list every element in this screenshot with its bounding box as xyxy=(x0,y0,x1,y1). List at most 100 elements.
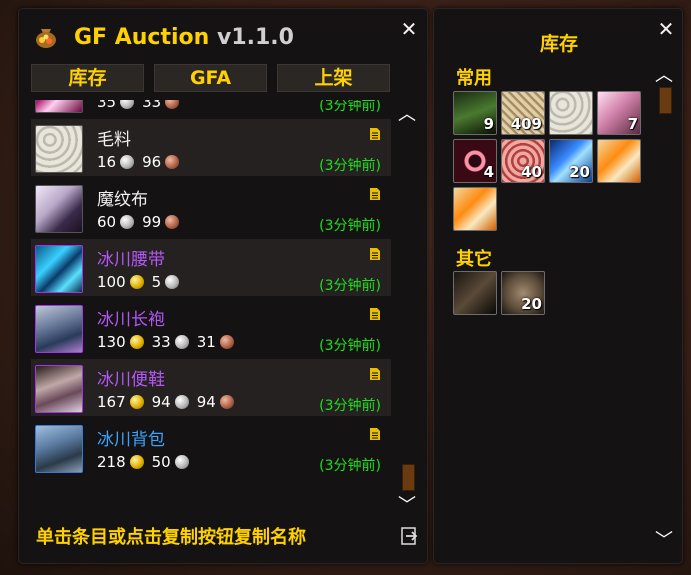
item-price: 60 99 xyxy=(97,213,183,231)
silver-coin-icon xyxy=(120,215,135,229)
glacial-slippers-icon xyxy=(35,365,83,413)
price-silver-amount: 5 xyxy=(151,273,162,291)
gold-coin-icon xyxy=(129,275,144,289)
copper-coin-icon xyxy=(165,155,180,169)
price-silver-amount: 33 xyxy=(151,333,171,351)
price-silver-amount: 60 xyxy=(97,213,117,231)
auction-row[interactable]: 冰川背包 218 50 (3分钟前) xyxy=(31,419,391,476)
scroll-thumb[interactable] xyxy=(659,87,672,114)
copy-name-icon[interactable] xyxy=(369,427,381,441)
tab-gfa[interactable]: GFA xyxy=(154,64,267,92)
item-price: 167 94 94 xyxy=(97,393,238,411)
item-price: 35 33 xyxy=(97,100,183,111)
item-updated-time: (3分钟前) xyxy=(319,398,381,414)
auction-row[interactable]: 冰川便鞋 167 94 94 (3分钟前) xyxy=(31,359,391,416)
pink-thread-slot[interactable]: 4 xyxy=(453,139,497,183)
price-gold-amount: 130 xyxy=(97,333,126,351)
mageweave-cloth-icon xyxy=(35,185,83,233)
tab-inventory[interactable]: 库存 xyxy=(31,64,144,92)
section-label-other: 其它 xyxy=(456,249,492,270)
item-name: 冰川腰带 xyxy=(97,250,165,270)
orange-rune-slot[interactable] xyxy=(597,139,641,183)
footer-hint: 单击条目或点击复制按钮复制名称 xyxy=(36,527,306,548)
scroll-down-icon[interactable]: ﹀ xyxy=(397,497,417,515)
price-silver-amount: 50 xyxy=(151,453,171,471)
spellweave-cloth-icon xyxy=(35,100,83,113)
silver-coin-icon xyxy=(174,455,189,469)
item-price: 16 96 xyxy=(97,153,183,171)
scroll-thumb[interactable] xyxy=(402,464,415,491)
gold-coin-icon xyxy=(129,395,144,409)
copper-coin-icon xyxy=(165,100,180,109)
auction-row[interactable]: 冰川腰带 100 5 (3分钟前) xyxy=(31,239,391,296)
copper-coin-icon xyxy=(219,395,234,409)
copy-icon[interactable] xyxy=(400,526,420,546)
price-gold-amount: 100 xyxy=(97,273,126,291)
item-name: 魔纹布 xyxy=(97,190,148,210)
item-name: 毛料 xyxy=(97,130,131,150)
silver-coin-icon xyxy=(174,335,189,349)
copper-coin-icon xyxy=(219,335,234,349)
auction-row[interactable]: 冰川长袍 130 33 31 (3分钟前) xyxy=(31,299,391,356)
price-gold-amount: 218 xyxy=(97,453,126,471)
pink-cloth-slot[interactable]: 7 xyxy=(597,91,641,135)
item-updated-time: (3分钟前) xyxy=(319,158,381,174)
item-updated-time: (3分钟前) xyxy=(319,338,381,354)
price-copper-amount: 99 xyxy=(142,213,162,231)
auction-row[interactable]: 毛料 16 96 (3分钟前) xyxy=(31,119,391,176)
stack-count: 7 xyxy=(627,115,638,133)
stack-count: 20 xyxy=(569,163,590,181)
glacial-bag-icon xyxy=(35,425,83,473)
item-name: 冰川背包 xyxy=(97,430,165,450)
title-text: GF Auction xyxy=(74,25,210,50)
silver-coin-icon xyxy=(165,275,180,289)
item-list-scrollbar[interactable]: ︿ ﹀ xyxy=(393,100,421,515)
blue-feather-slot[interactable]: 20 xyxy=(549,139,593,183)
item-updated-time: (3分钟前) xyxy=(319,218,381,234)
scroll-up-icon[interactable]: ︿ xyxy=(397,106,417,124)
wool-cloth-slot[interactable] xyxy=(549,91,593,135)
price-silver-amount: 35 xyxy=(97,100,117,111)
potion-slot[interactable]: 9 xyxy=(453,91,497,135)
inventory-panel: 库存 ✕ 常用 其它 9 409 7 4 40 20 20 ︿ ﹀ xyxy=(433,8,683,564)
copy-name-icon[interactable] xyxy=(369,307,381,321)
glacial-belt-icon xyxy=(35,245,83,293)
price-silver-amount: 94 xyxy=(151,393,171,411)
price-gold-amount: 167 xyxy=(97,393,126,411)
auction-row[interactable]: 灵纹布3533(3分钟前) xyxy=(31,100,391,116)
money-bag-icon xyxy=(36,29,56,48)
linen-cloth-slot[interactable]: 409 xyxy=(501,91,545,135)
leather-slot[interactable]: 20 xyxy=(501,271,545,315)
stack-count: 4 xyxy=(483,163,494,181)
meat-slice-slot[interactable]: 40 xyxy=(501,139,545,183)
stack-count: 409 xyxy=(510,115,542,133)
item-price: 100 5 xyxy=(97,273,183,291)
scroll-up-icon[interactable]: ︿ xyxy=(654,67,674,85)
price-silver-amount: 16 xyxy=(97,153,117,171)
auction-item-list: 灵纹布3533(3分钟前)毛料1696(3分钟前)魔纹布6099(3分钟前)冰川… xyxy=(31,100,391,507)
copy-name-icon[interactable] xyxy=(369,127,381,141)
item-price: 130 33 31 xyxy=(97,333,238,351)
auction-panel: GF Auction v1.1.0 ✕ 库存 GFA 上架 灵纹布3533(3分… xyxy=(18,8,428,564)
stack-count: 40 xyxy=(521,163,542,181)
stack-count: 9 xyxy=(483,115,494,133)
scroll-down-icon[interactable]: ﹀ xyxy=(654,532,674,550)
auction-row[interactable]: 魔纹布 60 99 (3分钟前) xyxy=(31,179,391,236)
close-icon[interactable]: ✕ xyxy=(399,19,419,39)
close-icon[interactable]: ✕ xyxy=(656,19,676,39)
item-updated-time: (3分钟前) xyxy=(319,458,381,474)
copy-name-icon[interactable] xyxy=(369,187,381,201)
silver-coin-icon xyxy=(120,155,135,169)
tab-listing[interactable]: 上架 xyxy=(277,64,390,92)
price-copper-amount: 94 xyxy=(196,393,216,411)
item-updated-time: (3分钟前) xyxy=(319,278,381,294)
inventory-title: 库存 xyxy=(539,33,578,55)
copy-name-icon[interactable] xyxy=(369,367,381,381)
orange-rune-slot[interactable] xyxy=(453,187,497,231)
version-text: v1.1.0 xyxy=(216,25,294,50)
copy-name-icon[interactable] xyxy=(369,247,381,261)
fishing-pole-slot[interactable] xyxy=(453,271,497,315)
silver-coin-icon xyxy=(174,395,189,409)
price-copper-amount: 31 xyxy=(196,333,216,351)
copper-coin-icon xyxy=(165,215,180,229)
